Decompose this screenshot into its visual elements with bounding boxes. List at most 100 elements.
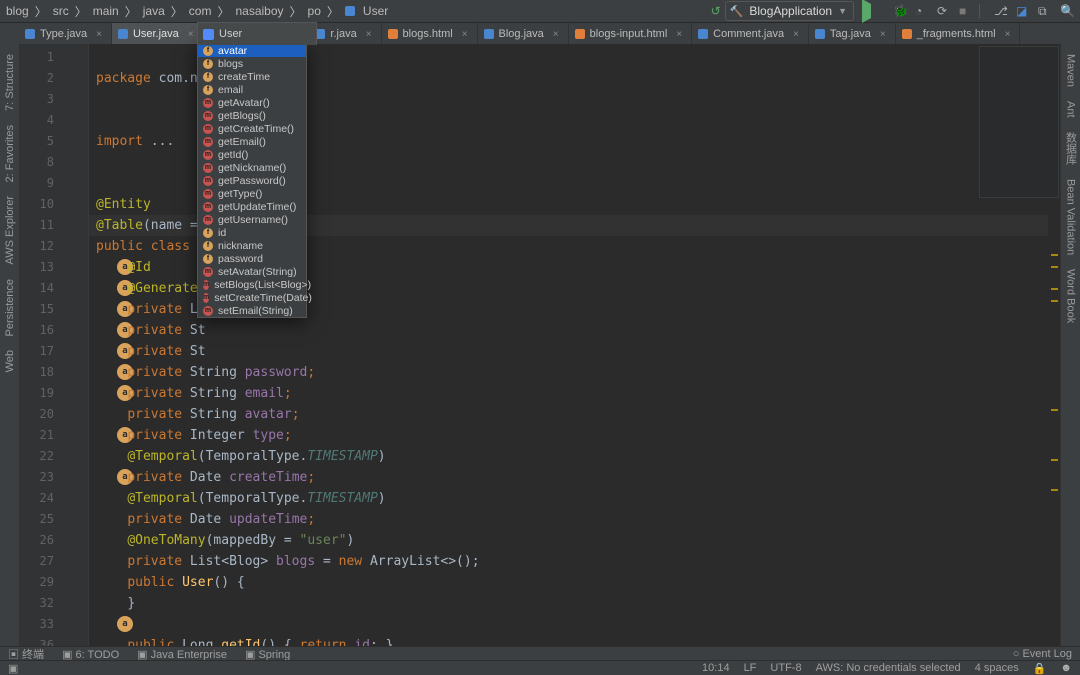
line-number[interactable]: 19: [20, 383, 68, 404]
autocomplete-item[interactable]: mgetUpdateTime(): [198, 200, 306, 213]
breadcrumb-segment[interactable]: blog: [6, 4, 29, 18]
line-number[interactable]: 14: [20, 278, 68, 299]
debug-button[interactable]: [893, 4, 907, 18]
tool-window-button[interactable]: 2: Favorites: [4, 121, 16, 186]
tool-window-button[interactable]: Bean Validation: [1065, 175, 1077, 259]
close-icon[interactable]: ×: [553, 29, 559, 40]
editor-tab[interactable]: Tag.java×: [809, 23, 896, 45]
autocomplete-item[interactable]: mgetId(): [198, 148, 306, 161]
build-icon[interactable]: ↺: [711, 4, 725, 18]
editor-tab[interactable]: blogs.html×: [382, 23, 478, 45]
autocomplete-item[interactable]: mgetUsername(): [198, 213, 306, 226]
breadcrumb-segment[interactable]: src: [53, 4, 69, 18]
autocomplete-item[interactable]: mgetAvatar(): [198, 96, 306, 109]
autocomplete-item[interactable]: msetBlogs(List<Blog>): [198, 278, 306, 291]
file-encoding[interactable]: UTF-8: [770, 662, 801, 674]
line-number[interactable]: 11: [20, 215, 68, 236]
tool-window-button[interactable]: 7: Structure: [4, 50, 16, 115]
close-icon[interactable]: ×: [676, 29, 682, 40]
close-icon[interactable]: ×: [1005, 29, 1011, 40]
code-minimap[interactable]: [979, 46, 1059, 198]
line-number[interactable]: 26: [20, 530, 68, 551]
run-button[interactable]: [862, 0, 885, 23]
event-log-button[interactable]: ○ Event Log: [1013, 648, 1072, 660]
autocomplete-item[interactable]: fid: [198, 226, 306, 239]
stop-button[interactable]: ■: [959, 4, 973, 18]
tool-window-button[interactable]: Maven: [1065, 50, 1077, 91]
avatar-icon[interactable]: ◪: [1016, 4, 1030, 18]
autocomplete-item[interactable]: mgetPassword(): [198, 174, 306, 187]
autocomplete-item[interactable]: mgetNickname(): [198, 161, 306, 174]
breadcrumb[interactable]: blog〉src〉main〉java〉com〉nasaiboy〉po〉User: [6, 3, 388, 20]
line-number[interactable]: 23: [20, 467, 68, 488]
line-number[interactable]: 1: [20, 47, 68, 68]
editor-tab[interactable]: blogs-input.html×: [569, 23, 693, 45]
breadcrumb-segment[interactable]: com: [189, 4, 212, 18]
code-editor[interactable]: 1234589101112131415161718192021222324252…: [20, 44, 1060, 647]
line-number[interactable]: 21: [20, 425, 68, 446]
autocomplete-item[interactable]: mgetEmail(): [198, 135, 306, 148]
autocomplete-item[interactable]: favatar: [198, 44, 306, 57]
line-number[interactable]: 13: [20, 257, 68, 278]
lock-icon[interactable]: 🔒: [1033, 662, 1047, 675]
tool-window-button[interactable]: Word Book: [1065, 265, 1077, 327]
line-number[interactable]: 8: [20, 152, 68, 173]
indent-config[interactable]: 4 spaces: [975, 662, 1019, 674]
git-icon[interactable]: ⎇: [994, 4, 1008, 18]
profile-icon[interactable]: ⟳: [937, 4, 951, 18]
run-config-selector[interactable]: BlogApplication ▼: [725, 1, 854, 21]
autocomplete-item[interactable]: mgetBlogs(): [198, 109, 306, 122]
close-icon[interactable]: ×: [188, 29, 194, 40]
autocomplete-item[interactable]: fpassword: [198, 252, 306, 265]
line-number[interactable]: 18: [20, 362, 68, 383]
autocomplete-item[interactable]: msetEmail(String): [198, 304, 306, 317]
autocomplete-item[interactable]: femail: [198, 83, 306, 96]
inspection-icon[interactable]: ☻: [1060, 662, 1072, 674]
close-icon[interactable]: ×: [793, 29, 799, 40]
editor-tab[interactable]: _fragments.html×: [896, 23, 1021, 45]
close-icon[interactable]: ×: [880, 29, 886, 40]
line-number[interactable]: 2: [20, 68, 68, 89]
close-icon[interactable]: ×: [366, 29, 372, 40]
line-number[interactable]: 5: [20, 131, 68, 152]
autocomplete-item[interactable]: mgetCreateTime(): [198, 122, 306, 135]
close-icon[interactable]: ×: [462, 29, 468, 40]
breadcrumb-segment[interactable]: nasaiboy: [235, 4, 283, 18]
autocomplete-item[interactable]: msetCreateTime(Date): [198, 291, 306, 304]
breadcrumb-segment[interactable]: main: [93, 4, 119, 18]
editor-tab[interactable]: Type.java×: [19, 23, 112, 45]
autocomplete-item[interactable]: fblogs: [198, 57, 306, 70]
tool-window-button[interactable]: Ant: [1065, 97, 1077, 122]
autocomplete-item[interactable]: fnickname: [198, 239, 306, 252]
line-number[interactable]: 4: [20, 110, 68, 131]
right-tool-stripe[interactable]: MavenAnt数据库Bean ValidationWord Book: [1060, 44, 1080, 647]
tool-window-button[interactable]: Web: [4, 346, 16, 376]
line-number[interactable]: 9: [20, 173, 68, 194]
bottom-tool-button[interactable]: ▣ Spring: [245, 648, 290, 661]
bottom-tool-button[interactable]: ▣ Java Enterprise: [137, 648, 227, 661]
line-number[interactable]: 27: [20, 551, 68, 572]
breadcrumb-segment[interactable]: java: [143, 4, 165, 18]
editor-tab[interactable]: Blog.java×: [478, 23, 569, 45]
line-number[interactable]: 17: [20, 341, 68, 362]
coverage-icon[interactable]: ◔: [915, 4, 929, 18]
line-number[interactable]: 10: [20, 194, 68, 215]
tool-window-button[interactable]: Persistence: [4, 275, 16, 340]
editor-tab[interactable]: User.java×: [112, 23, 204, 45]
autocomplete-item[interactable]: mgetType(): [198, 187, 306, 200]
autocomplete-item[interactable]: msetAvatar(String): [198, 265, 306, 278]
caret-position[interactable]: 10:14: [702, 662, 730, 674]
line-number[interactable]: 33: [20, 614, 68, 635]
search-icon[interactable]: 🔍: [1060, 4, 1074, 18]
autocomplete-item[interactable]: fcreateTime: [198, 70, 306, 83]
line-number[interactable]: 12: [20, 236, 68, 257]
line-number[interactable]: 25: [20, 509, 68, 530]
tool-window-button[interactable]: AWS Explorer: [4, 192, 16, 269]
line-number[interactable]: 15: [20, 299, 68, 320]
line-number[interactable]: 20: [20, 404, 68, 425]
close-icon[interactable]: ×: [96, 29, 102, 40]
ide-settings-icon[interactable]: ⧉: [1038, 4, 1052, 18]
breadcrumb-segment[interactable]: po: [308, 4, 321, 18]
line-number[interactable]: 22: [20, 446, 68, 467]
status-icon[interactable]: ▣: [8, 662, 18, 675]
